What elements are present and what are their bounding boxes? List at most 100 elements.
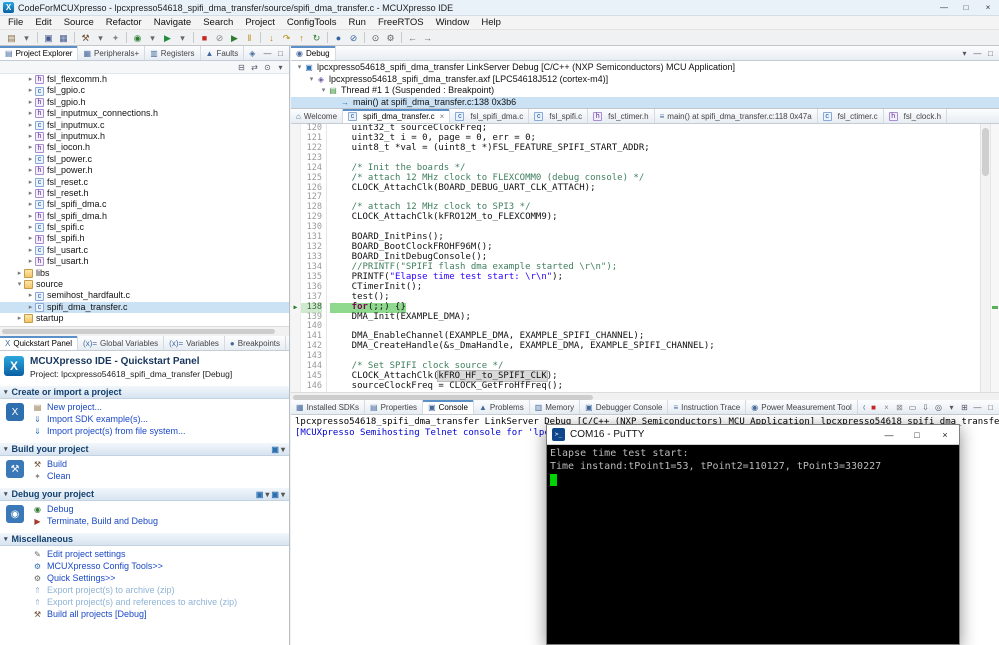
code-line[interactable]: DMA_CreateHandle(&s_DmaHandle, EXAMPLE_D… [330,341,980,352]
disconnect-icon[interactable]: ⊘ [212,31,227,45]
tree-item-fsl-spifi-h[interactable]: ▸ h fsl_spifi.h [0,233,289,244]
editor-tab-fsl-spifi-c[interactable]: c fsl_spifi.c [529,109,589,123]
explorer-tab-peripherals[interactable]: ▦ Peripherals+ [78,46,146,60]
save-icon[interactable]: ▣ [41,31,56,45]
console-tab-installed-sdks[interactable]: ▦ Installed SDKs [291,400,366,414]
tree-item-fsl-iocon-h[interactable]: ▸ h fsl_iocon.h [0,142,289,153]
console-tab-debugger-console[interactable]: ▣ Debugger Console [580,400,669,414]
chevron-right-icon[interactable]: ▸ [26,302,35,313]
editor-tab-fsl-spifi-dma-c[interactable]: c fsl_spifi_dma.c [450,109,530,123]
chevron-down-icon[interactable]: ▾ [15,279,24,290]
debug-tab-debug[interactable]: ◉ Debug [291,46,336,60]
new-wizard-icon[interactable]: ▤ [4,31,19,45]
chevron-right-icon[interactable]: ▸ [26,245,35,256]
menu-file[interactable]: File [2,17,29,28]
chevron-right-icon[interactable]: ▸ [26,290,35,301]
putty-title-bar[interactable]: >_ COM16 - PuTTY — □ × [547,425,959,445]
quickstart-export-project-s-and-references-to-archive-zip[interactable]: ⇑ Export project(s) and references to arc… [32,596,289,608]
code-editor[interactable]: ▶ 120 121 122 123 124 125 126 127 128 129 130 131 13… [291,123,999,392]
menu-refactor[interactable]: Refactor [100,17,148,28]
skip-breakpoints-icon[interactable]: ⊘ [346,31,361,45]
tree-item-fsl-reset-h[interactable]: ▸ h fsl_reset.h [0,188,289,199]
tree-item-semihost-hardfault-c[interactable]: ▸ c semihost_hardfault.c [0,290,289,301]
menu-help[interactable]: Help [475,17,507,28]
tree-item-fsl-spifi-dma-h[interactable]: ▸ h fsl_spifi_dma.h [0,211,289,222]
tree-item-fsl-inputmux-c[interactable]: ▸ c fsl_inputmux.c [0,120,289,131]
console-tab-console[interactable]: ▣ Console [423,400,474,414]
chevron-right-icon[interactable]: ▸ [15,313,24,324]
maximize-icon[interactable]: □ [985,403,996,412]
menu-edit[interactable]: Edit [29,17,57,28]
chevron-right-icon[interactable]: ▸ [26,154,35,165]
tree-item-fsl-power-h[interactable]: ▸ h fsl_power.h [0,165,289,176]
back-icon[interactable]: ← [405,31,420,45]
quickstart-section-debug-your-project[interactable]: ▾ Debug your project ▣ ▾ ▣ ▾ [0,487,289,501]
chevron-right-icon[interactable]: ▸ [26,74,35,85]
explorer-tab-symbol-viewer[interactable]: ◈Symbol Viewer [244,46,259,60]
step-return-icon[interactable]: ↑ [294,31,309,45]
run-icon[interactable]: ▶ [160,31,175,45]
menu-freertos[interactable]: FreeRTOS [372,17,430,28]
tree-item-fsl-spifi-c[interactable]: ▸ c fsl_spifi.c [0,222,289,233]
quickstart-mcuxpresso-config-tools[interactable]: ⚙ MCUXpresso Config Tools>> [32,560,289,572]
tree-item-fsl-usart-h[interactable]: ▸ h fsl_usart.h [0,256,289,267]
quickstart-build[interactable]: ⚒ Build [32,458,289,470]
restart-icon[interactable]: ↻ [309,31,324,45]
code-line[interactable]: CLOCK_AttachClk(kFRO12M_to_FLEXCOMM9); [330,212,980,223]
tree-item-fsl-gpio-h[interactable]: ▸ h fsl_gpio.h [0,97,289,108]
suspend-icon[interactable]: ‖ [242,31,257,45]
console-tab-problems[interactable]: ▲ Problems [474,400,530,414]
quickstart-tab-quickstart-panel[interactable]: X Quickstart Panel [0,336,79,350]
maximize-icon[interactable]: □ [985,49,996,58]
tree-item-fsl-reset-c[interactable]: ▸ c fsl_reset.c [0,177,289,188]
editor-tab-fsl-clock-h[interactable]: h fsl_clock.h [884,109,948,123]
quickstart-import-sdk-example-s[interactable]: ⇓ Import SDK example(s)... [32,413,289,425]
console-tab-power-measurement-tool[interactable]: ◉ Power Measurement Tool [746,400,858,414]
tree-item-fsl-gpio-c[interactable]: ▸ c fsl_gpio.c [0,85,289,96]
view-menu-icon[interactable]: ▾ [275,63,286,72]
quickstart-section-miscellaneous[interactable]: ▾ Miscellaneous [0,532,289,546]
console-tab-search[interactable]: ⊙Search [858,400,865,414]
quickstart-section-create-or-import-a-project[interactable]: ▾ Create or import a project [0,385,289,399]
chevron-right-icon[interactable]: ▸ [26,165,35,176]
explorer-tab-project-explorer[interactable]: ▤ Project Explorer [0,46,79,60]
code-line[interactable]: PRINTF("Elapse time test start: \r\n"); [330,272,980,283]
chevron-right-icon[interactable]: ▸ [26,233,35,244]
scrollbar-thumb[interactable] [2,329,275,334]
open-console-icon[interactable]: ⊞ [959,403,970,412]
editor-horizontal-scrollbar[interactable] [291,392,999,400]
chevron-right-icon[interactable]: ▸ [15,268,24,279]
putty-close-icon[interactable]: × [931,425,959,444]
maximize-icon[interactable]: □ [955,0,977,15]
quickstart-clean[interactable]: ✦ Clean [32,470,289,482]
minimize-icon[interactable]: — [262,49,273,58]
menu-run[interactable]: Run [343,17,372,28]
build-config-icon[interactable]: ▣ [271,445,279,454]
quickstart-tab-breakpoints[interactable]: ● Breakpoints [225,336,287,350]
quickstart-tab-outline[interactable]: ≡Outline [286,336,289,350]
explorer-tab-faults[interactable]: ▲ Faults [201,46,245,60]
code-line[interactable]: uint8_t *val = (uint8_t *)FSL_FEATURE_SP… [330,143,980,154]
clean-icon[interactable]: ✦ [108,31,123,45]
chevron-right-icon[interactable]: ▸ [26,188,35,199]
explorer-tab-registers[interactable]: ▥ Registers [145,46,201,60]
tree-item-fsl-power-c[interactable]: ▸ c fsl_power.c [0,154,289,165]
quickstart-tab-variables[interactable]: (x)= Variables [164,336,225,350]
editor-tab-welcome[interactable]: ⌂ Welcome [291,109,344,123]
quickstart-new-project[interactable]: ▤ New project... [32,401,289,413]
external-tools-icon[interactable]: ⚙ [383,31,398,45]
view-menu-icon[interactable]: ▾ [959,49,970,58]
quickstart-debug[interactable]: ◉ Debug [32,503,289,515]
putty-terminal[interactable]: Elapse time test start: Time instand:tPoi… [547,445,959,644]
scroll-lock-icon[interactable]: ⇩ [920,403,931,412]
filter-icon[interactable]: ⊙ [262,63,273,72]
probe-dropdown-icon[interactable]: ▾ [265,490,269,499]
scrollbar-thumb[interactable] [982,128,989,176]
forward-icon[interactable]: → [420,31,435,45]
debug-config-dropdown-icon[interactable]: ▾ [281,490,285,499]
chevron-down-icon[interactable]: ▾ [319,85,328,97]
putty-window[interactable]: >_ COM16 - PuTTY — □ × Elapse time test st… [546,424,960,645]
quickstart-build-all-projects-debug[interactable]: ⚒ Build all projects [Debug] [32,608,289,620]
debug-dropdown-icon[interactable]: ▾ [145,31,160,45]
step-into-icon[interactable]: ↓ [264,31,279,45]
